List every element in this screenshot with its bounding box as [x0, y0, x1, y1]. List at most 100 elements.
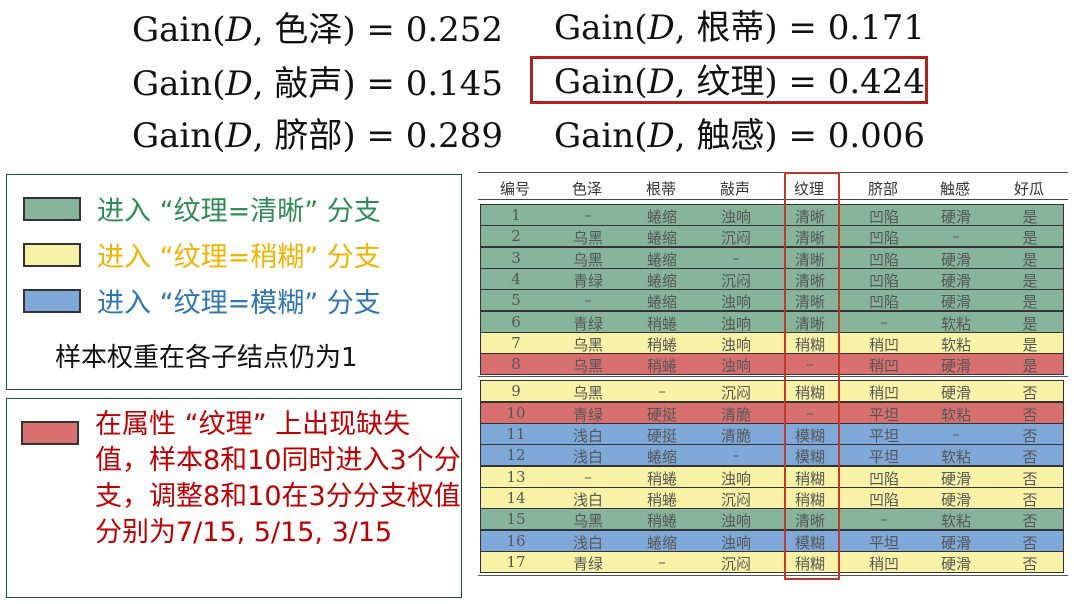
legend-label-blurry: 进入 “纹理=模糊” 分支	[97, 288, 381, 319]
cell-id: 13	[506, 467, 526, 486]
table-row: 4 青绿 蜷缩 沉闷 清晰 凹陷 硬滑是	[480, 267, 1064, 290]
cell-sound: 浊响	[720, 357, 751, 376]
cell-good: 是	[1022, 229, 1038, 248]
cell-root: 蜷缩	[646, 250, 677, 269]
header-touch: 触感	[939, 180, 970, 198]
cell-sound: 沉闷	[720, 384, 751, 403]
table-row: 15 乌黑 稍蜷 浊响 清晰 – 软粘否	[480, 508, 1064, 531]
cell-touch: 硬滑	[940, 469, 971, 488]
cell-sound: 浊响	[720, 533, 751, 552]
cell-touch: 软粘	[940, 512, 971, 531]
cell-root: 稍蜷	[646, 469, 677, 488]
cell-navel: 凹陷	[868, 490, 899, 509]
cell-navel: 稍凹	[868, 384, 899, 403]
table-bottom-rule	[478, 574, 1068, 576]
table-row: 7 乌黑 稍蜷 浊响 稍糊 稍凹 软粘是	[480, 331, 1064, 354]
cell-touch: –	[952, 227, 960, 246]
cell-color: 乌黑	[572, 229, 603, 248]
cell-navel: 凹陷	[868, 208, 899, 226]
cell-touch: 硬滑	[940, 554, 971, 573]
cell-root: 蜷缩	[646, 533, 677, 552]
cell-color: 浅白	[572, 427, 603, 445]
cell-good: 否	[1022, 554, 1038, 573]
legend-item-clear: 进入 “纹理=清晰” 分支	[23, 189, 381, 228]
legend-swatch-clear	[23, 196, 81, 221]
cell-sound: 浊响	[720, 469, 751, 488]
table-row: 2 乌黑 蜷缩 沉闷 清晰 凹陷 – 是	[480, 225, 1064, 248]
cell-touch: 软粘	[940, 335, 971, 354]
cell-id: 14	[506, 488, 526, 507]
cell-touch: 硬滑	[940, 208, 971, 226]
cell-touch: 硬滑	[940, 293, 971, 312]
legend-swatch-slightly-blurry	[23, 242, 81, 267]
cell-root: 蜷缩	[646, 448, 677, 467]
cell-id: 4	[511, 269, 521, 288]
table-row: 13– 稍蜷 浊响 稍糊 凹陷 硬滑否	[480, 465, 1064, 488]
table-row: 1– 蜷缩 浊响 清晰 凹陷 硬滑是	[480, 204, 1064, 226]
table-row: 17 青绿 – 沉闷 稍糊 稍凹 硬滑否	[480, 550, 1064, 573]
cell-color: 乌黑	[572, 512, 603, 531]
cell-color: –	[584, 206, 592, 224]
cell-color: 青绿	[572, 405, 603, 424]
cell-navel: –	[880, 510, 888, 529]
header-root: 根蒂	[645, 180, 676, 198]
cell-good: 否	[1022, 469, 1038, 488]
texture-column-highlight	[784, 172, 840, 580]
cell-navel: 凹陷	[868, 250, 899, 269]
cell-color: 乌黑	[572, 357, 603, 376]
cell-root: 稍蜷	[646, 357, 677, 376]
cell-good: 否	[1022, 512, 1038, 531]
cell-sound: 浊响	[720, 208, 751, 226]
cell-navel: 凹陷	[868, 229, 899, 248]
legend-item-slightly-blurry: 进入 “纹理=稍糊” 分支	[23, 235, 381, 274]
cell-touch: 硬滑	[940, 250, 971, 269]
cell-sound: 沉闷	[720, 554, 751, 573]
table-row: 3 乌黑 蜷缩 – 清晰 凹陷 硬滑是	[480, 246, 1064, 269]
watermelon-data-table: 编号 色泽 根蒂 敲声 纹理 脐部 触感 好瓜 1– 蜷缩 浊响 清晰 凹陷 硬滑是 2 乌黑…	[478, 172, 1068, 582]
cell-sound: 沉闷	[720, 271, 751, 290]
cell-good: 是	[1022, 250, 1038, 269]
cell-color: 乌黑	[572, 250, 603, 269]
cell-sound: 沉闷	[720, 229, 751, 248]
cell-touch: 硬滑	[940, 271, 971, 290]
table-row: 16 浅白 蜷缩 浊响 模糊 平坦 硬滑否	[480, 529, 1064, 552]
cell-id: 3	[511, 248, 521, 267]
gain-formula-navel: Gain(D, 脐部) = 0.289	[132, 116, 504, 156]
cell-sound: 沉闷	[720, 490, 751, 509]
cell-navel: 平坦	[868, 533, 899, 552]
table-header: 编号 色泽 根蒂 敲声 纹理 脐部 触感 好瓜	[478, 172, 1068, 200]
cell-color: 青绿	[572, 554, 603, 573]
best-gain-highlight	[530, 56, 928, 104]
header-navel: 脐部	[867, 180, 898, 198]
gain-formula-color: Gain(D, 色泽) = 0.252	[132, 10, 504, 50]
cell-touch: –	[952, 425, 960, 443]
cell-id: 9	[511, 382, 521, 401]
cell-navel: 凹陷	[868, 469, 899, 488]
table-row: 11 浅白 硬挺 清脆 模糊 平坦 – 否	[480, 423, 1064, 445]
header-id: 编号	[499, 180, 530, 198]
cell-good: 否	[1022, 448, 1038, 467]
cell-sound: –	[732, 446, 740, 465]
cell-root: 稍蜷	[646, 490, 677, 509]
branch-legend: 进入 “纹理=清晰” 分支 进入 “纹理=稍糊” 分支 进入 “纹理=模糊” 分…	[6, 174, 462, 390]
cell-good: 否	[1022, 405, 1038, 424]
cell-good: 否	[1022, 427, 1038, 445]
cell-navel: 稍凹	[868, 554, 899, 573]
cell-root: 硬挺	[646, 405, 677, 424]
cell-navel: 凹陷	[868, 271, 899, 290]
cell-root: 蜷缩	[646, 229, 677, 248]
cell-sound: 浊响	[720, 293, 751, 312]
cell-sound: –	[732, 248, 740, 267]
cell-color: 青绿	[572, 271, 603, 290]
cell-good: 是	[1022, 271, 1038, 290]
cell-navel: –	[880, 312, 888, 331]
cell-root: 稍蜷	[646, 314, 677, 333]
cell-sound: 浊响	[720, 512, 751, 531]
cell-touch: 硬滑	[940, 533, 971, 552]
header-sound: 敲声	[719, 180, 750, 198]
legend-item-blurry: 进入 “纹理=模糊” 分支	[23, 281, 381, 320]
cell-color: –	[584, 467, 592, 486]
cell-color: 青绿	[572, 314, 603, 333]
cell-color: –	[584, 291, 592, 310]
table-row: 14 浅白 稍蜷 沉闷 稍糊 凹陷 硬滑否	[480, 486, 1064, 509]
